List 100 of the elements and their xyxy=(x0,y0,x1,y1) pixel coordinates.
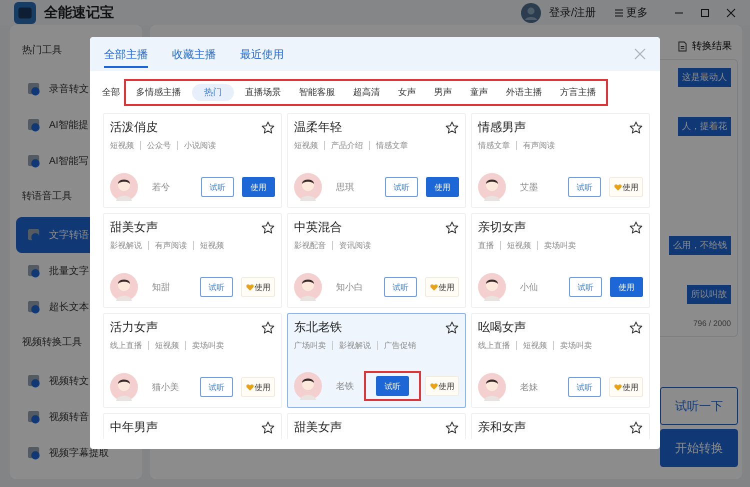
star-icon[interactable] xyxy=(261,320,275,334)
voice-card[interactable]: 甜美女声 影视解说 有声阅读 短视频 知甜 试听 使用 xyxy=(103,213,282,308)
star-icon[interactable] xyxy=(261,220,275,234)
voice-card[interactable]: 活泼俏皮 短视频 公众号 小说阅读 若兮 试听 使用 xyxy=(103,113,282,208)
heart-icon xyxy=(246,284,254,290)
tag-text: 影视解说 xyxy=(332,341,377,350)
star-icon[interactable] xyxy=(445,220,459,234)
listen-button[interactable]: 试听 xyxy=(201,177,234,197)
app-title: 全能速记宝 xyxy=(44,4,114,22)
voice-card[interactable]: 温柔年轻 短视频 产品介绍 情感文章 思琪 试听 使用 xyxy=(287,113,466,208)
menu-icon[interactable] xyxy=(614,8,624,18)
voice-card[interactable]: 活力女声 线上直播 短视频 卖场叫卖 猫小美 试听 使用 xyxy=(103,313,282,408)
avatar-icon xyxy=(110,173,138,201)
use-button[interactable]: 使用 xyxy=(242,177,275,197)
category-chip[interactable]: 外语主播 xyxy=(499,84,549,101)
vip-use-button[interactable]: 使用 xyxy=(241,277,275,297)
tag-text: 产品介绍 xyxy=(324,141,369,150)
voice-card[interactable]: 情感男声 情感文章 有声阅读 艾墨 试听 使用 xyxy=(471,113,650,208)
voice-card[interactable]: 亲和女声 xyxy=(471,413,650,439)
listen-button[interactable]: 试听一下 xyxy=(660,387,738,425)
category-chip[interactable]: 超高清 xyxy=(346,84,387,101)
voice-card[interactable]: 中年男声 xyxy=(103,413,282,439)
use-button[interactable]: 使用 xyxy=(610,277,643,297)
star-icon[interactable] xyxy=(629,320,643,334)
voice-title: 活力女声 xyxy=(110,319,158,336)
voice-title: 亲和女声 xyxy=(478,419,526,436)
login-link[interactable]: 登录/注册 xyxy=(548,5,596,20)
tag-text: 直播 xyxy=(478,241,495,250)
voice-title: 中年男声 xyxy=(110,419,158,436)
voice-card[interactable]: 吆喝女声 线上直播 短视频 卖场叫卖 老妹 试听 使用 xyxy=(471,313,650,408)
voice-card[interactable]: 中英混合 影视配音 资讯阅读 知小白 试听 使用 xyxy=(287,213,466,308)
tag-text: 有声阅读 xyxy=(148,241,193,250)
voice-name: 猫小美 xyxy=(152,380,179,394)
category-chip[interactable]: 女声 xyxy=(391,84,423,101)
maximize-icon[interactable] xyxy=(700,8,710,18)
vip-use-button[interactable]: 使用 xyxy=(609,377,643,397)
voice-card[interactable]: 甜美女声 xyxy=(287,413,466,439)
vip-use-button[interactable]: 使用 xyxy=(609,177,643,197)
result-button[interactable]: 转换结果 xyxy=(672,33,738,59)
filter-chip[interactable]: 全部 xyxy=(102,86,120,99)
voice-name: 知甜 xyxy=(152,280,170,294)
highlighted-text: 人，提着花 xyxy=(678,117,731,136)
voice-name: 思琪 xyxy=(336,180,354,194)
star-icon[interactable] xyxy=(629,420,643,434)
tag-text: 短视频 xyxy=(110,141,135,150)
vip-use-button[interactable]: 使用 xyxy=(425,277,459,297)
voice-card[interactable]: 东北老铁 广场叫卖 影视解说 广告促销 老铁 试听 使用 xyxy=(287,313,466,408)
star-icon[interactable] xyxy=(629,220,643,234)
category-chip[interactable]: 男声 xyxy=(427,84,459,101)
more-menu[interactable]: 更多 xyxy=(626,5,648,20)
category-chip[interactable]: 方言主播 xyxy=(553,84,603,101)
tag-text: 短视频 xyxy=(294,141,319,150)
listen-button[interactable]: 试听 xyxy=(200,277,233,297)
star-icon[interactable] xyxy=(261,120,275,134)
star-icon[interactable] xyxy=(261,420,275,434)
voice-title: 温柔年轻 xyxy=(294,119,342,136)
tool-icon xyxy=(28,446,41,460)
tag-text: 线上直播 xyxy=(478,341,511,350)
avatar-icon xyxy=(478,373,506,401)
listen-button[interactable]: 试听 xyxy=(385,177,418,197)
heart-icon xyxy=(614,384,622,390)
listen-button[interactable]: 试听 xyxy=(568,377,601,397)
tool-icon xyxy=(28,228,41,242)
listen-button[interactable]: 试听 xyxy=(384,277,417,297)
tag-text: 有声阅读 xyxy=(516,141,561,150)
category-chip[interactable]: 多情感主播 xyxy=(129,84,188,101)
vip-use-button[interactable]: 使用 xyxy=(241,377,275,397)
heart-icon xyxy=(430,382,438,390)
heart-icon xyxy=(246,384,254,390)
dialog-tab[interactable]: 收藏主播 xyxy=(172,40,216,68)
dialog-tab[interactable]: 最近使用 xyxy=(240,40,284,68)
listen-button[interactable]: 试听 xyxy=(376,376,409,396)
tag-text: 情感文章 xyxy=(369,141,414,150)
avatar-icon xyxy=(110,373,138,401)
tool-icon xyxy=(28,118,41,132)
voice-name: 艾墨 xyxy=(520,180,538,194)
listen-button[interactable]: 试听 xyxy=(200,377,233,397)
vip-use-button[interactable]: 使用 xyxy=(425,376,459,396)
star-icon[interactable] xyxy=(445,120,459,134)
dialog-tab[interactable]: 全部主播 xyxy=(104,40,148,68)
voice-title: 活泼俏皮 xyxy=(110,119,158,136)
tag-text: 卖场叫卖 xyxy=(185,341,230,350)
voice-title: 甜美女声 xyxy=(294,419,342,436)
app-logo-icon xyxy=(14,2,36,24)
voice-title: 东北老铁 xyxy=(294,319,342,336)
tag-text: 短视频 xyxy=(148,341,185,350)
category-chip[interactable]: 童声 xyxy=(463,84,495,101)
start-button[interactable]: 开始转换 xyxy=(660,429,738,467)
category-chip[interactable]: 智能客服 xyxy=(292,84,342,101)
category-chip[interactable]: 直播场景 xyxy=(238,84,288,101)
close-icon[interactable] xyxy=(726,8,736,18)
voice-name: 小仙 xyxy=(520,280,538,294)
use-button[interactable]: 使用 xyxy=(426,177,459,197)
star-icon[interactable] xyxy=(445,420,459,434)
star-icon[interactable] xyxy=(629,120,643,134)
star-icon[interactable] xyxy=(445,320,459,334)
listen-button[interactable]: 试听 xyxy=(568,177,601,197)
voice-card[interactable]: 亲切女声 直播 短视频 卖场叫卖 小仙 试听 使用 xyxy=(471,213,650,308)
listen-button[interactable]: 试听 xyxy=(569,277,602,297)
category-chip[interactable]: 热门 xyxy=(192,84,234,101)
